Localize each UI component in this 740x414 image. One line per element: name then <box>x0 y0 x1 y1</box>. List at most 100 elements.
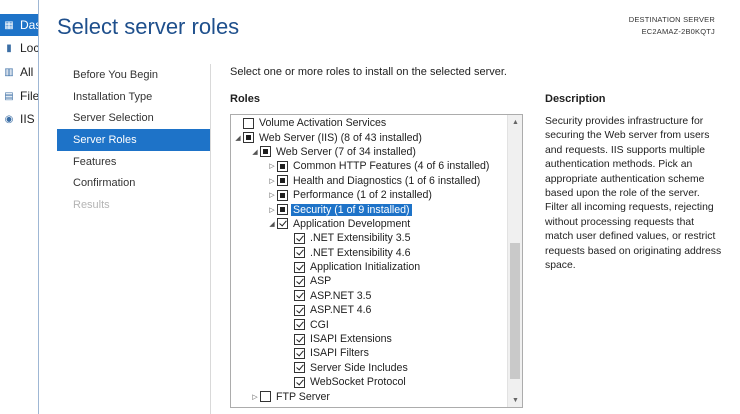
role-label: Application Initialization <box>310 261 421 274</box>
role-checkbox[interactable] <box>294 275 305 287</box>
nav-server-roles[interactable]: Server Roles <box>57 129 210 151</box>
role-checkbox[interactable] <box>294 362 305 374</box>
destination-server-name: EC2AMAZ-2B0KQTJ <box>641 27 715 36</box>
role-tree-item[interactable]: .NET Extensibility 4.6 <box>231 246 507 260</box>
role-label: Health and Diagnostics (1 of 6 installed… <box>293 174 481 187</box>
role-checkbox[interactable] <box>294 261 305 273</box>
sidebar-item-file-services[interactable]: ▤ File <box>0 85 38 107</box>
role-label: ISAPI Extensions <box>310 333 392 346</box>
role-tree-item[interactable]: ▷ Performance (1 of 2 installed) <box>231 188 507 202</box>
all-servers-icon: ▥ <box>4 66 14 78</box>
role-checkbox[interactable] <box>294 290 305 302</box>
role-tree-item[interactable]: WebSocket Protocol <box>231 375 507 389</box>
role-tree-item[interactable]: Server Side Includes <box>231 361 507 375</box>
destination-server-info: DESTINATION SERVER EC2AMAZ-2B0KQTJ <box>629 14 715 38</box>
role-checkbox[interactable] <box>277 218 288 230</box>
role-checkbox[interactable] <box>277 204 288 216</box>
scroll-down-icon[interactable]: ▼ <box>508 393 522 407</box>
scroll-thumb[interactable] <box>510 243 520 379</box>
destination-label: DESTINATION SERVER <box>628 15 715 24</box>
role-label: Web Server (IIS) (8 of 43 installed) <box>259 131 422 144</box>
sidebar-item-label: IIS <box>20 112 35 126</box>
expand-collapse-icon[interactable]: ◢ <box>233 134 243 142</box>
expand-collapse-icon[interactable]: ▷ <box>267 162 277 170</box>
role-tree-item[interactable]: ▷ FTP Server <box>231 389 507 403</box>
role-tree-item[interactable]: CGI <box>231 317 507 331</box>
role-label: .NET Extensibility 4.6 <box>310 246 411 259</box>
role-tree-item[interactable]: ASP <box>231 274 507 288</box>
role-checkbox[interactable] <box>294 232 305 244</box>
expand-collapse-icon[interactable]: ▷ <box>250 393 260 401</box>
role-label: Security (1 of 9 installed) <box>291 203 412 216</box>
sidebar-item-dashboard[interactable]: ▦ Das <box>0 14 38 36</box>
role-checkbox[interactable] <box>294 304 305 316</box>
role-checkbox[interactable] <box>294 319 305 331</box>
wizard-nav: Before You Begin Installation Type Serve… <box>57 64 210 216</box>
role-tree-item[interactable]: ▷ Security (1 of 9 installed) <box>231 202 507 216</box>
local-server-icon: ▮ <box>6 42 12 54</box>
role-tree-item[interactable]: Application Initialization <box>231 260 507 274</box>
nav-before-you-begin[interactable]: Before You Begin <box>57 64 210 86</box>
expand-collapse-icon[interactable]: ▷ <box>267 177 277 185</box>
role-label: Volume Activation Services <box>259 117 387 130</box>
role-label: Application Development <box>293 217 411 230</box>
iis-icon: ◉ <box>4 113 14 125</box>
role-checkbox[interactable] <box>294 376 305 388</box>
role-label: .NET Extensibility 3.5 <box>310 232 411 245</box>
role-tree-item[interactable]: ◢ Web Server (7 of 34 installed) <box>231 145 507 159</box>
scroll-up-icon[interactable]: ▲ <box>508 115 522 129</box>
expand-collapse-icon[interactable]: ▷ <box>267 191 277 199</box>
roles-tree[interactable]: Volume Activation Services ◢ Web Server (I… <box>230 114 523 408</box>
nav-results: Results <box>73 198 110 211</box>
role-checkbox[interactable] <box>294 247 305 259</box>
role-label: Server Side Includes <box>310 361 408 374</box>
role-tree-item[interactable]: ISAPI Extensions <box>231 332 507 346</box>
role-tree-item[interactable]: Volume Activation Services <box>231 116 507 130</box>
instruction-text: Select one or more roles to install on t… <box>230 66 507 78</box>
role-label: WebSocket Protocol <box>310 376 406 389</box>
role-checkbox[interactable] <box>243 132 254 144</box>
nav-confirmation[interactable]: Confirmation <box>57 172 210 194</box>
page-title: Select server roles <box>57 14 240 39</box>
role-checkbox[interactable] <box>260 391 271 403</box>
role-checkbox[interactable] <box>277 189 288 201</box>
sidebar-item-label: Loc <box>20 41 38 55</box>
role-checkbox[interactable] <box>277 175 288 187</box>
nav-server-selection[interactable]: Server Selection <box>57 107 210 129</box>
sidebar-item-iis[interactable]: ◉ IIS <box>0 108 38 130</box>
role-checkbox[interactable] <box>277 160 288 172</box>
sidebar-item-all-servers[interactable]: ▥ All <box>0 61 38 83</box>
description-heading: Description <box>545 93 606 105</box>
expand-collapse-icon[interactable]: ◢ <box>267 220 277 228</box>
sidebar-item-label: File <box>20 89 38 103</box>
role-tree-item[interactable]: ASP.NET 4.6 <box>231 303 507 317</box>
description-text: Security provides infrastructure for sec… <box>545 116 722 272</box>
role-tree-item[interactable]: .NET Extensibility 3.5 <box>231 231 507 245</box>
role-label: Web Server (7 of 34 installed) <box>276 145 416 158</box>
sidebar-item-label: Das <box>20 18 38 32</box>
role-tree-item[interactable]: ▷ Health and Diagnostics (1 of 6 installe… <box>231 174 507 188</box>
role-tree-item[interactable]: ASP.NET 3.5 <box>231 289 507 303</box>
role-tree-item[interactable]: ISAPI Filters <box>231 346 507 360</box>
role-checkbox[interactable] <box>260 146 271 158</box>
role-checkbox[interactable] <box>294 347 305 359</box>
sidebar-item-local-server[interactable]: ▮ Loc <box>0 37 38 59</box>
sidebar-item-label: All <box>20 65 34 79</box>
expand-collapse-icon[interactable]: ▷ <box>267 206 277 214</box>
role-label: Common HTTP Features (4 of 6 installed) <box>293 160 490 173</box>
role-tree-item[interactable]: ◢ Application Development <box>231 217 507 231</box>
dashboard-icon: ▦ <box>4 19 14 31</box>
roles-heading: Roles <box>230 93 260 105</box>
role-tree-item[interactable]: ▷ Common HTTP Features (4 of 6 installed) <box>231 159 507 173</box>
role-checkbox[interactable] <box>294 333 305 345</box>
roles-scrollbar[interactable]: ▲ ▼ <box>507 115 522 407</box>
role-label: ASP.NET 3.5 <box>310 289 372 302</box>
nav-features[interactable]: Features <box>57 151 210 173</box>
role-checkbox[interactable] <box>243 117 254 129</box>
role-label: ASP <box>310 275 332 288</box>
nav-divider <box>210 64 211 414</box>
role-label: FTP Server <box>276 390 330 403</box>
role-tree-item[interactable]: ◢ Web Server (IIS) (8 of 43 installed) <box>231 130 507 144</box>
nav-installation-type[interactable]: Installation Type <box>57 86 210 108</box>
expand-collapse-icon[interactable]: ◢ <box>250 148 260 156</box>
